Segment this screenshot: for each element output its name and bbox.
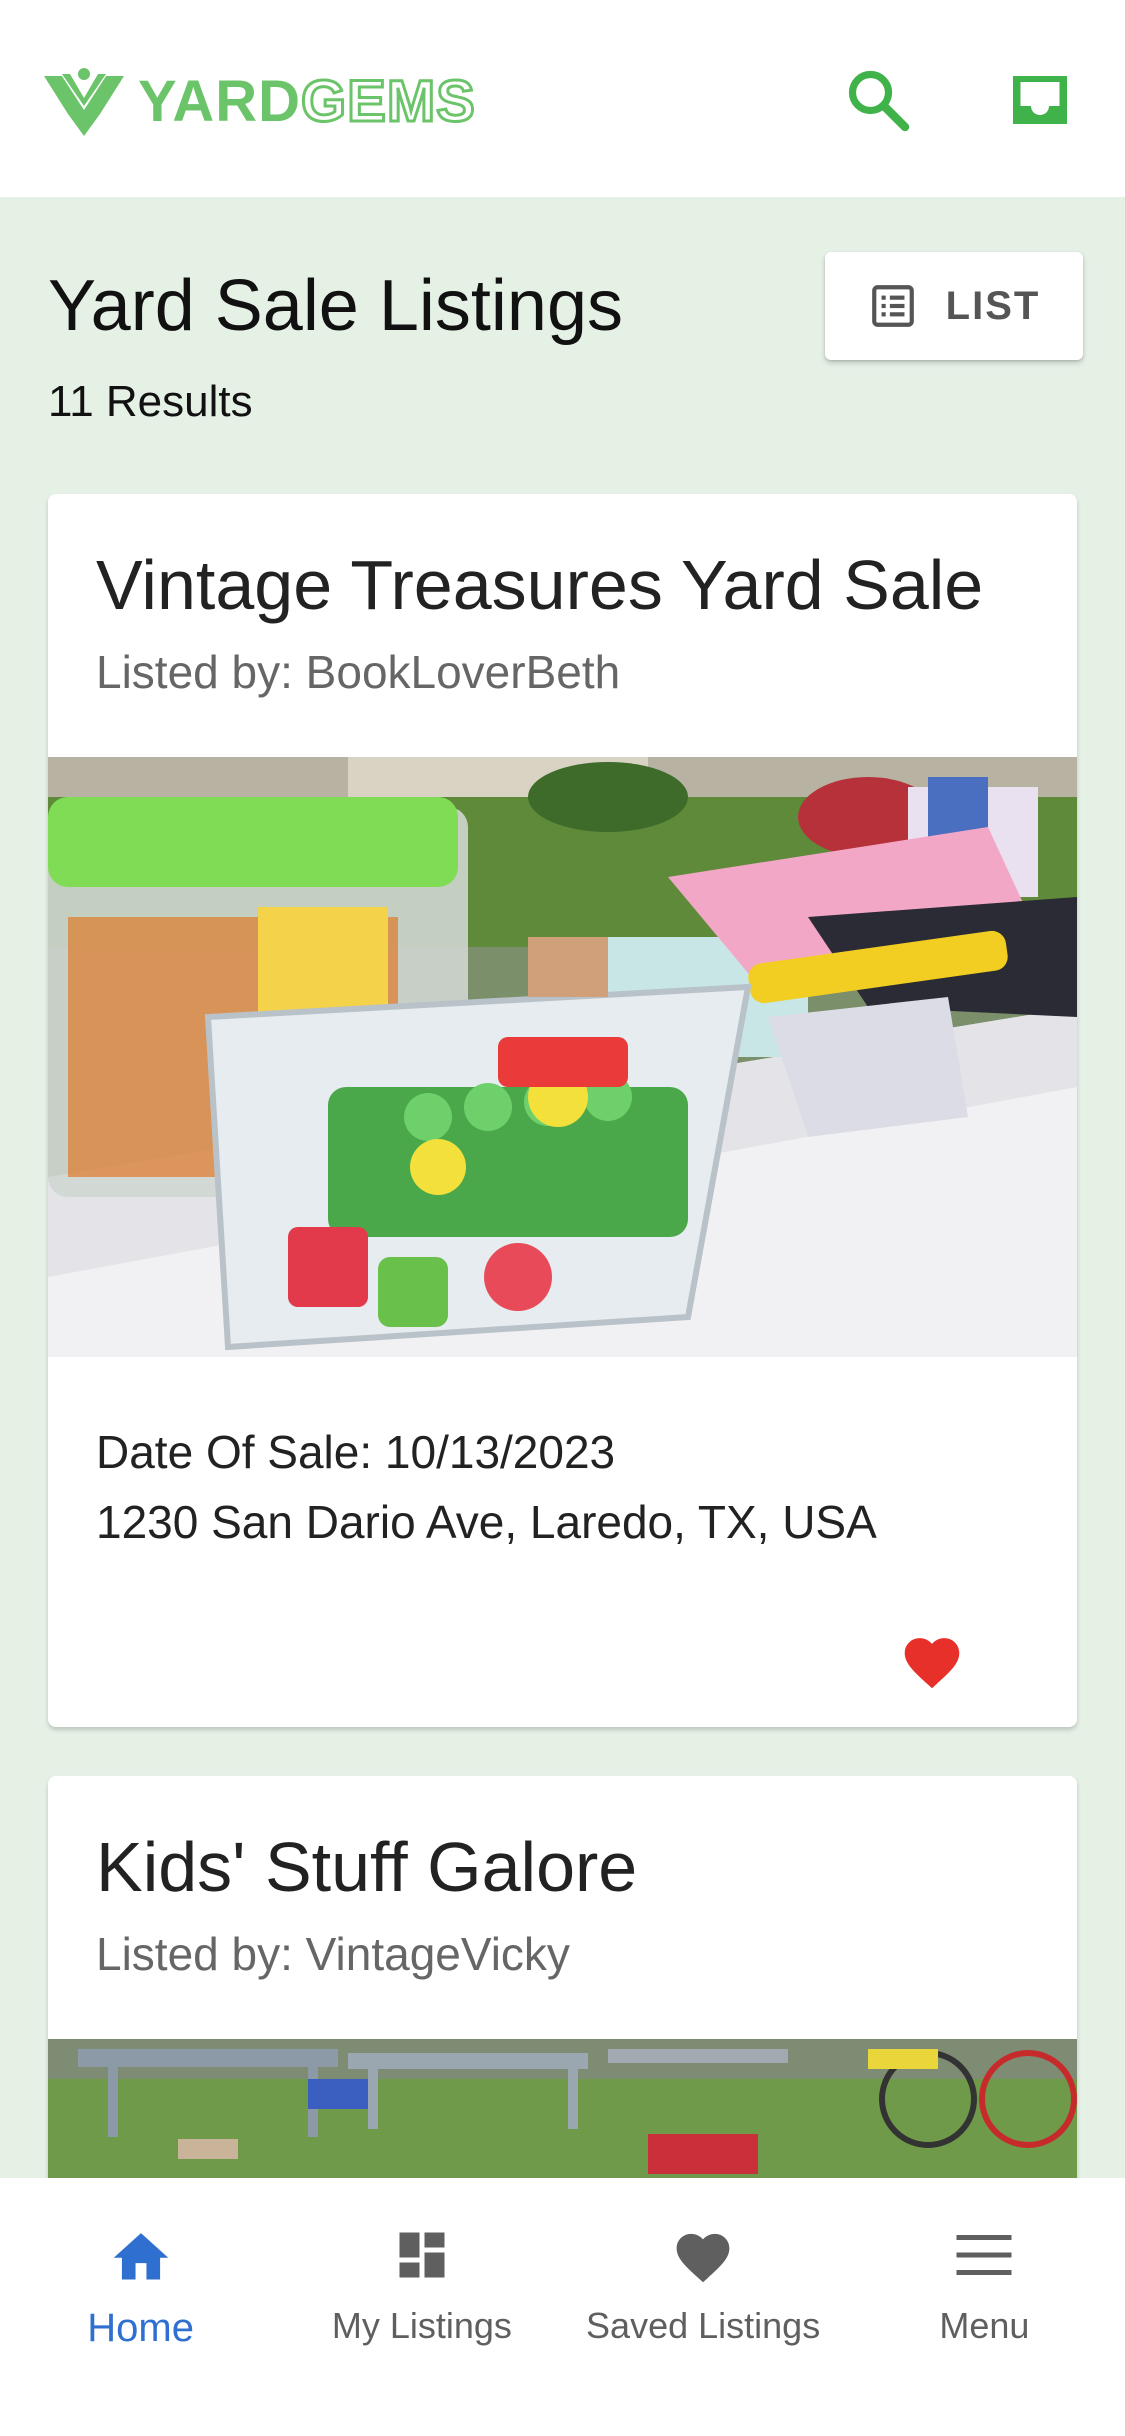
logo-word-yard: YARD [138,69,302,134]
nav-label: Saved Listings [586,2305,821,2346]
listing-title: Vintage Treasures Yard Sale [96,546,984,624]
menu-icon [951,2222,1017,2288]
page-title: Yard Sale Listings [48,266,623,346]
search-icon[interactable] [840,62,916,138]
bottom-navigation: Home My Listings Saved Listings Menu [0,2178,1125,2436]
listing-card[interactable]: Vintage Treasures Yard Sale Listed by: B… [48,494,1077,1727]
inbox-icon[interactable] [1002,62,1078,138]
sale-date: Date Of Sale: 10/13/2023 [96,1426,616,1478]
nav-label: Menu [939,2305,1030,2346]
list-view-icon [871,285,914,327]
home-icon [108,2222,174,2288]
yard-gems-logo[interactable]: YARDGEMS [40,64,476,140]
sale-address: 1230 San Dario Ave, Laredo, TX, USA [96,1496,877,1548]
list-view-label: LIST [945,283,1041,328]
nav-home[interactable]: Home [0,2178,281,2436]
nav-menu[interactable]: Menu [844,2178,1125,2436]
logo-word-gems: GEMS [300,69,477,134]
list-view-button[interactable]: LIST [825,252,1083,360]
dashboard-icon [389,2222,455,2288]
heart-icon [670,2222,736,2288]
results-count: 11 Results [48,377,253,426]
listing-owner: Listed by: BookLoverBeth [96,646,621,698]
favorite-heart-icon[interactable] [899,1630,965,1690]
listing-photo[interactable] [48,757,1077,1357]
nav-label: Home [87,2306,194,2350]
nav-label: My Listings [331,2305,512,2346]
listing-owner: Listed by: VintageVicky [96,1928,570,1980]
app-header: YARDGEMS [0,0,1125,197]
gem-logo-icon [44,68,124,136]
nav-my-listings[interactable]: My Listings [281,2178,562,2436]
nav-saved-listings[interactable]: Saved Listings [563,2178,844,2436]
listing-title: Kids' Stuff Galore [96,1828,638,1906]
